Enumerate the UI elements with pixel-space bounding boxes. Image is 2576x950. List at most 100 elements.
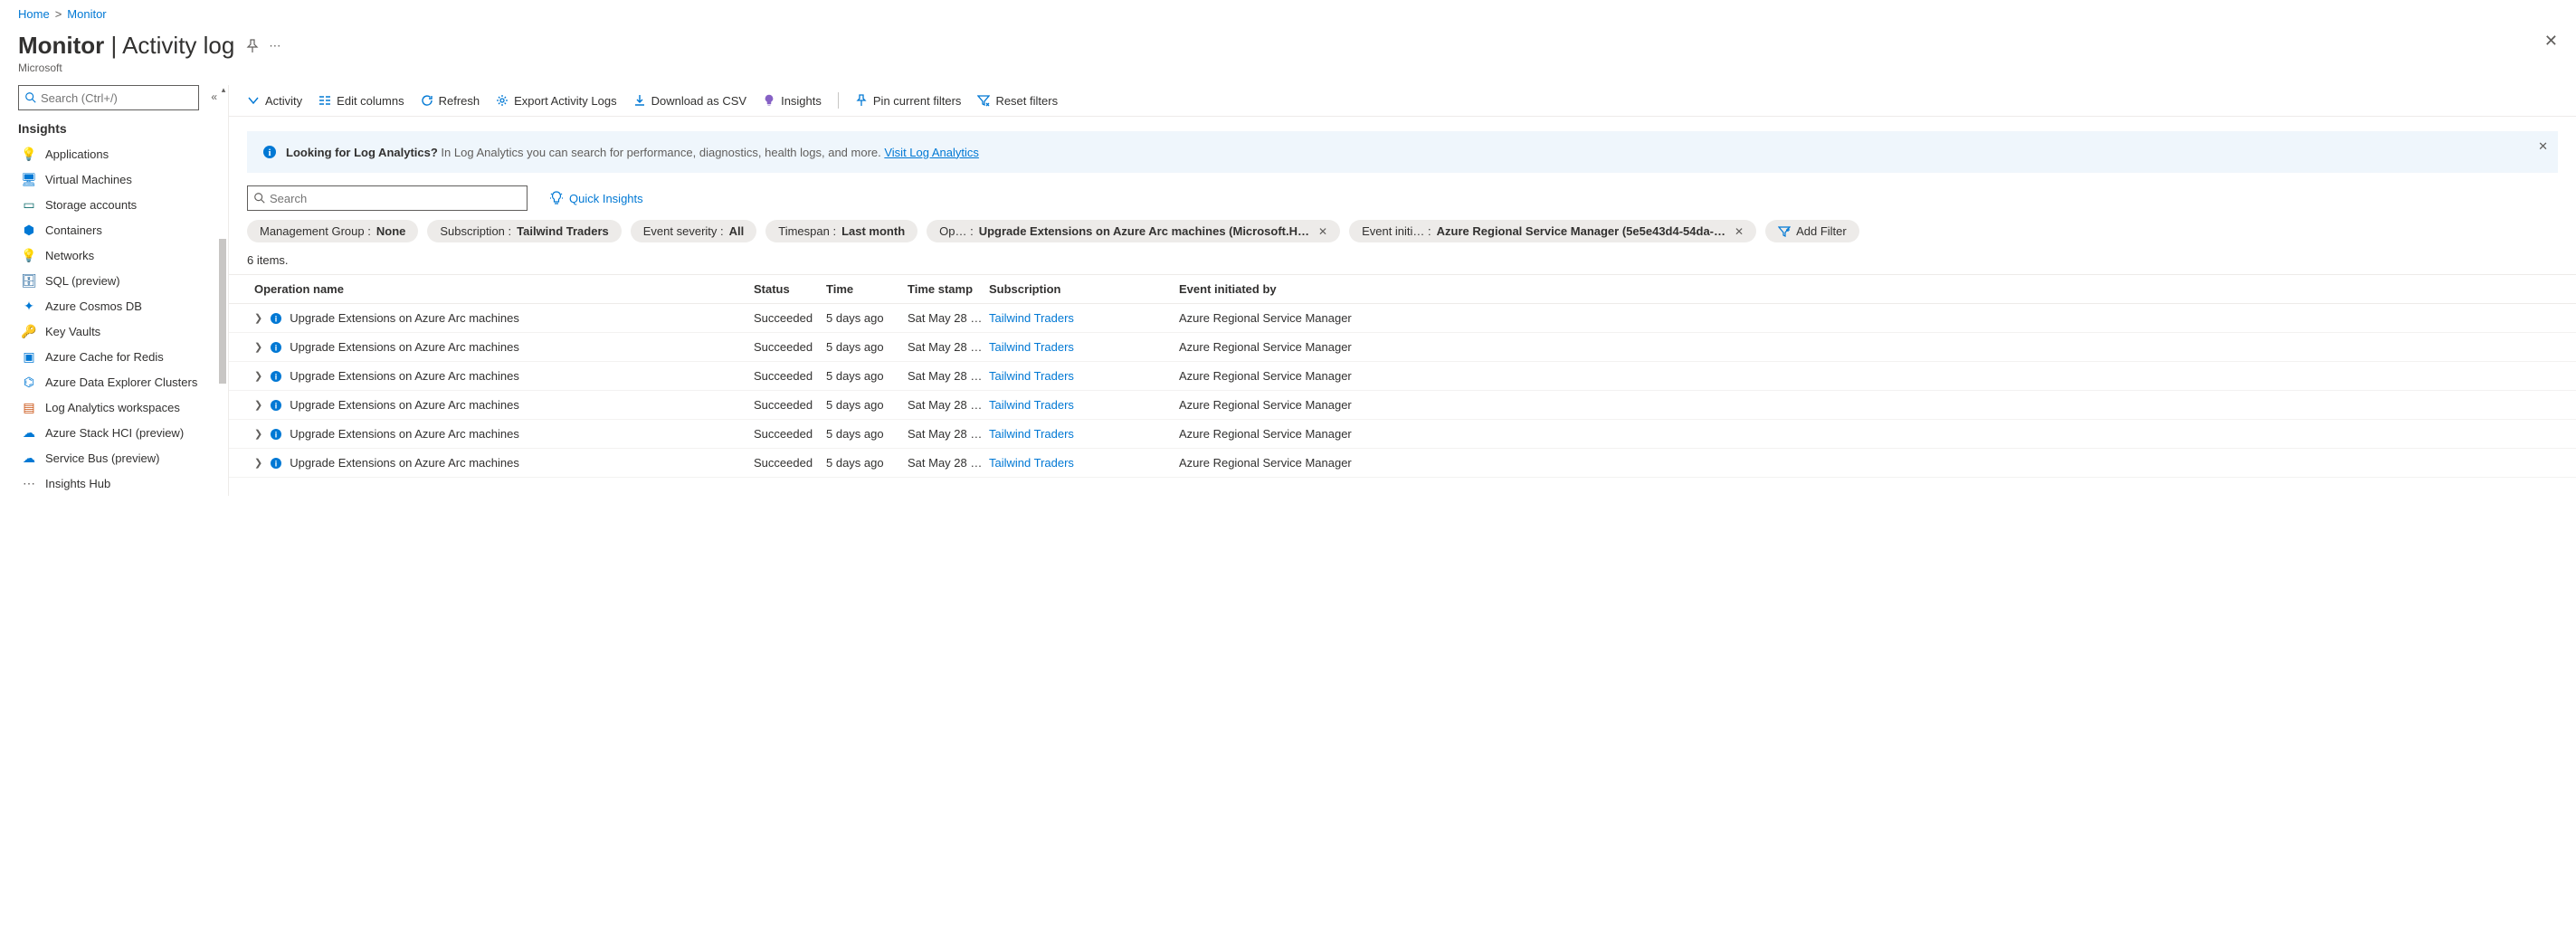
quick-insights-button[interactable]: Quick Insights: [549, 191, 643, 205]
table-row[interactable]: ❯ i Upgrade Extensions on Azure Arc mach…: [229, 304, 2576, 333]
sidebar-item-icon: ▤: [22, 400, 36, 414]
breadcrumb-monitor[interactable]: Monitor: [67, 7, 106, 21]
table-row[interactable]: ❯ i Upgrade Extensions on Azure Arc mach…: [229, 420, 2576, 449]
subscription-link[interactable]: Tailwind Traders: [989, 456, 1074, 470]
expand-row-icon[interactable]: ❯: [254, 428, 262, 440]
sidebar-item-label: Virtual Machines: [45, 173, 132, 186]
pin-icon[interactable]: [245, 39, 260, 53]
activity-button[interactable]: Activity: [247, 94, 302, 108]
table-row[interactable]: ❯ i Upgrade Extensions on Azure Arc mach…: [229, 449, 2576, 478]
add-filter-label: Add Filter: [1796, 224, 1847, 238]
reset-filters-label: Reset filters: [995, 94, 1058, 108]
banner-close[interactable]: ✕: [2538, 139, 2548, 154]
sidebar-scrollbar[interactable]: ▴: [219, 85, 228, 496]
table-row[interactable]: ❯ i Upgrade Extensions on Azure Arc mach…: [229, 333, 2576, 362]
expand-row-icon[interactable]: ❯: [254, 341, 262, 353]
svg-text:i: i: [275, 430, 278, 439]
pill-value: Upgrade Extensions on Azure Arc machines…: [979, 224, 1309, 238]
expand-row-icon[interactable]: ❯: [254, 312, 262, 324]
search-icon: [253, 192, 266, 204]
expand-row-icon[interactable]: ❯: [254, 370, 262, 382]
sidebar-item[interactable]: 🗄SQL (preview): [18, 268, 228, 293]
cell-time: 5 days ago: [826, 456, 908, 470]
sidebar-item[interactable]: ⬢Containers: [18, 217, 228, 242]
sidebar-item[interactable]: 🔑Key Vaults: [18, 318, 228, 344]
operation-name: Upgrade Extensions on Azure Arc machines: [290, 369, 519, 383]
sidebar-search[interactable]: [18, 85, 199, 110]
filter-reset-icon: [977, 94, 990, 107]
expand-row-icon[interactable]: ❯: [254, 457, 262, 469]
col-time[interactable]: Time: [826, 282, 908, 296]
pill-label: Subscription :: [440, 224, 511, 238]
table-row[interactable]: ❯ i Upgrade Extensions on Azure Arc mach…: [229, 362, 2576, 391]
refresh-button[interactable]: Refresh: [421, 94, 480, 108]
export-button[interactable]: Export Activity Logs: [496, 94, 616, 108]
collapse-sidebar-icon[interactable]: «: [211, 90, 217, 103]
scrollbar-thumb[interactable]: [219, 239, 226, 384]
filter-pill[interactable]: Event severity : All: [631, 220, 757, 242]
subscription-link[interactable]: Tailwind Traders: [989, 340, 1074, 354]
sidebar-item-label: Service Bus (preview): [45, 451, 159, 465]
add-filter-button[interactable]: Add Filter: [1765, 220, 1859, 242]
operation-name: Upgrade Extensions on Azure Arc machines: [290, 311, 519, 325]
sidebar-item[interactable]: ⌬Azure Data Explorer Clusters: [18, 369, 228, 394]
banner-link[interactable]: Visit Log Analytics: [884, 146, 979, 159]
pin-filters-button[interactable]: Pin current filters: [855, 94, 962, 108]
gear-icon: [496, 94, 509, 107]
cell-operation: ❯ i Upgrade Extensions on Azure Arc mach…: [247, 369, 754, 383]
more-icon[interactable]: ⋯: [269, 39, 280, 53]
edit-columns-label: Edit columns: [337, 94, 404, 108]
filter-pill[interactable]: Management Group : None: [247, 220, 418, 242]
info-icon: i: [270, 312, 282, 325]
col-status[interactable]: Status: [754, 282, 826, 296]
subscription-link[interactable]: Tailwind Traders: [989, 311, 1074, 325]
log-search[interactable]: [247, 185, 528, 211]
svg-text:i: i: [275, 401, 278, 410]
scrollbar-up-arrow[interactable]: ▴: [219, 85, 228, 94]
sidebar-item-icon: ▭: [22, 197, 36, 212]
reset-filters-button[interactable]: Reset filters: [977, 94, 1058, 108]
sidebar-item[interactable]: ✦Azure Cosmos DB: [18, 293, 228, 318]
page-header: Monitor | Activity log ⋯ Microsoft ✕: [0, 28, 2576, 85]
pill-close-icon[interactable]: ✕: [1735, 225, 1744, 238]
operation-name: Upgrade Extensions on Azure Arc machines: [290, 427, 519, 441]
col-operation[interactable]: Operation name: [247, 282, 754, 296]
sidebar-item[interactable]: 🖥Virtual Machines: [18, 166, 228, 192]
filter-pill[interactable]: Event initi… : Azure Regional Service Ma…: [1349, 220, 1756, 242]
expand-row-icon[interactable]: ❯: [254, 399, 262, 411]
sidebar-item[interactable]: 💡Applications: [18, 141, 228, 166]
sidebar-item-icon: 💡: [22, 248, 36, 262]
sidebar-item[interactable]: ▭Storage accounts: [18, 192, 228, 217]
sidebar-search-input[interactable]: [41, 91, 193, 105]
insights-label: Insights: [781, 94, 822, 108]
activity-table: Operation name Status Time Time stamp Su…: [229, 274, 2576, 478]
sidebar-item[interactable]: ⋯Insights Hub: [18, 470, 228, 496]
subscription-link[interactable]: Tailwind Traders: [989, 369, 1074, 383]
log-search-input[interactable]: [270, 192, 521, 205]
download-icon: [633, 94, 646, 107]
table-row[interactable]: ❯ i Upgrade Extensions on Azure Arc mach…: [229, 391, 2576, 420]
sidebar-item[interactable]: ▣Azure Cache for Redis: [18, 344, 228, 369]
breadcrumb-home[interactable]: Home: [18, 7, 50, 21]
sidebar-item[interactable]: 💡Networks: [18, 242, 228, 268]
col-timestamp[interactable]: Time stamp: [908, 282, 989, 296]
subscription-link[interactable]: Tailwind Traders: [989, 398, 1074, 412]
close-button[interactable]: ✕: [2544, 32, 2558, 51]
subscription-link[interactable]: Tailwind Traders: [989, 427, 1074, 441]
sidebar-item[interactable]: ▤Log Analytics workspaces: [18, 394, 228, 420]
banner-body: In Log Analytics you can search for perf…: [441, 146, 884, 159]
edit-columns-button[interactable]: Edit columns: [318, 94, 404, 108]
sidebar-item[interactable]: ☁Service Bus (preview): [18, 445, 228, 470]
col-subscription[interactable]: Subscription: [989, 282, 1179, 296]
insights-button[interactable]: Insights: [763, 94, 822, 108]
col-initiated-by[interactable]: Event initiated by: [1179, 282, 2558, 296]
cell-time: 5 days ago: [826, 369, 908, 383]
filter-pill[interactable]: Timespan : Last month: [765, 220, 917, 242]
filter-pill[interactable]: Subscription : Tailwind Traders: [427, 220, 621, 242]
filter-pill[interactable]: Op… : Upgrade Extensions on Azure Arc ma…: [927, 220, 1340, 242]
download-csv-button[interactable]: Download as CSV: [633, 94, 747, 108]
content: Activity Edit columns Refresh Export Act…: [228, 85, 2576, 496]
sidebar-item[interactable]: ☁Azure Stack HCI (preview): [18, 420, 228, 445]
cell-operation: ❯ i Upgrade Extensions on Azure Arc mach…: [247, 427, 754, 441]
pill-close-icon[interactable]: ✕: [1318, 225, 1327, 238]
